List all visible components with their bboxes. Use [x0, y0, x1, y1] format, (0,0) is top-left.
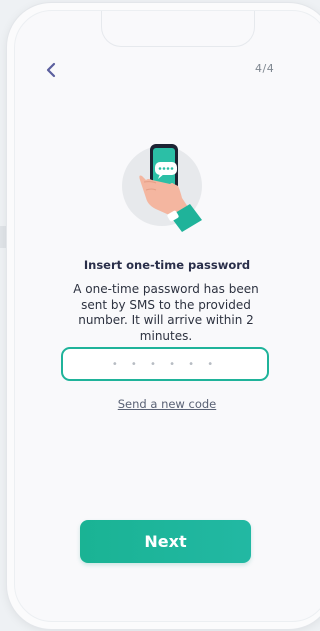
chevron-left-icon — [46, 62, 56, 78]
description-text: A one-time password has been sent by SMS… — [73, 282, 259, 343]
phone-notch — [101, 11, 255, 47]
otp-input[interactable] — [61, 347, 269, 381]
next-button[interactable]: Next — [80, 520, 251, 563]
page-title: Insert one-time password — [83, 258, 251, 272]
phone-chat-bubble-icon — [118, 140, 214, 236]
step-indicator: 4/4 — [255, 62, 275, 75]
send-new-code-link[interactable]: Send a new code — [22, 397, 312, 411]
back-button[interactable] — [44, 56, 72, 84]
